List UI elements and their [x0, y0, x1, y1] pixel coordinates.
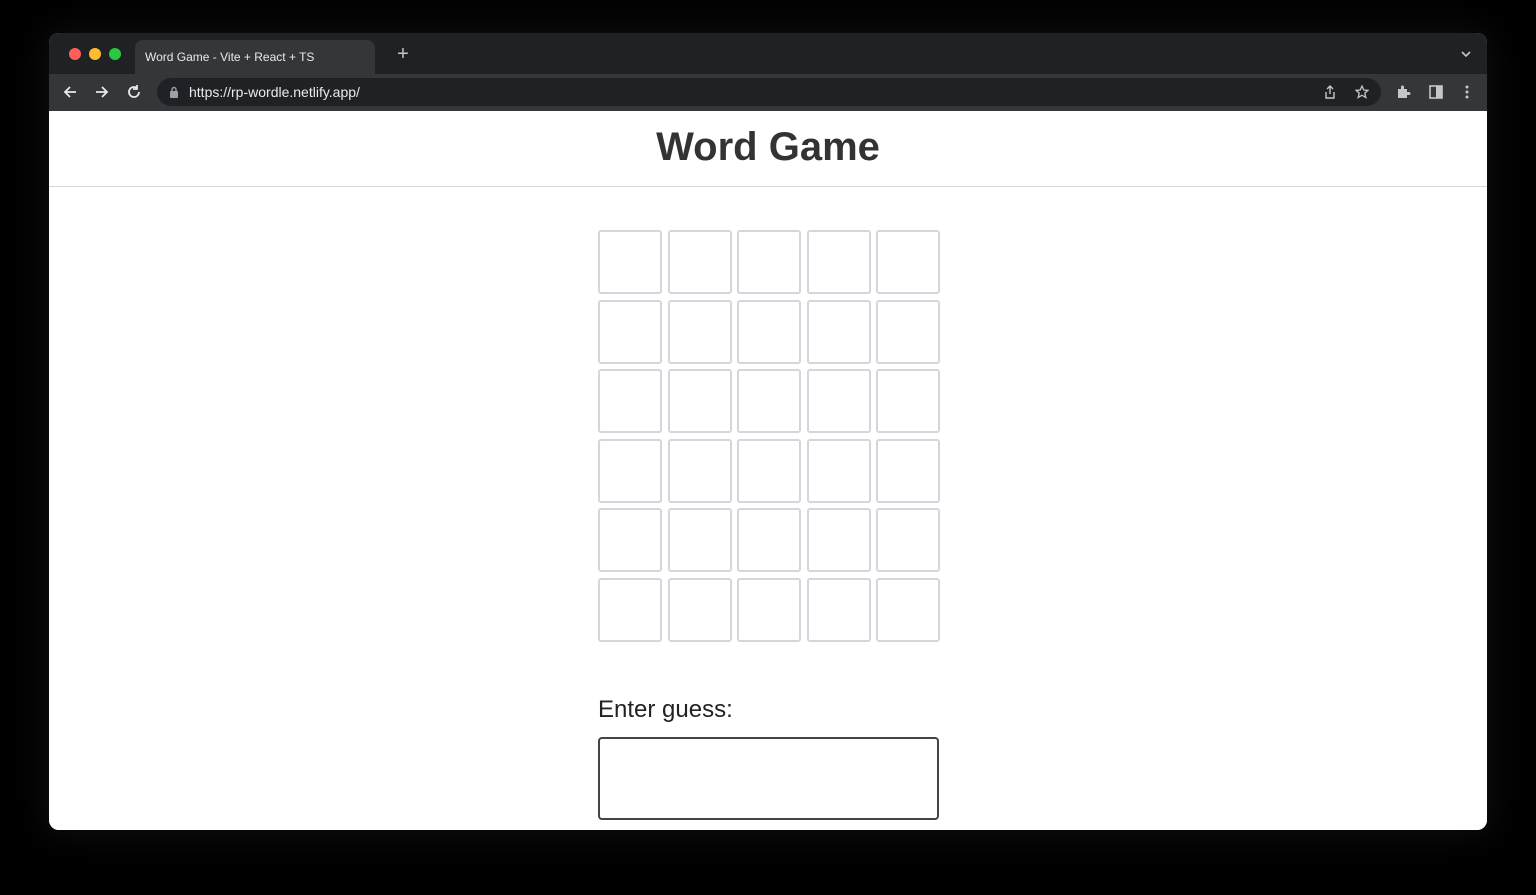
minimize-window-button[interactable]	[89, 48, 101, 60]
board-tile	[876, 369, 940, 433]
forward-arrow-icon[interactable]	[92, 82, 112, 102]
board-tile	[598, 369, 662, 433]
board-tile	[598, 299, 662, 364]
board-tile	[737, 369, 801, 433]
page-header: Word Game	[49, 111, 1487, 187]
web-page: Word Game Enter guess:	[49, 111, 1487, 830]
board-tile	[598, 508, 662, 572]
side-panel-icon[interactable]	[1428, 84, 1444, 100]
board-tile	[737, 438, 801, 503]
board-tile	[737, 230, 801, 294]
reload-icon[interactable]	[124, 82, 144, 102]
board-tile	[667, 508, 732, 572]
board-tile	[876, 577, 940, 642]
bookmark-star-icon[interactable]	[1355, 85, 1369, 99]
board-tile	[737, 508, 801, 572]
board-tile	[667, 369, 732, 433]
browser-tab-active[interactable]: Word Game - Vite + React + TS	[135, 40, 375, 74]
board-tile	[598, 438, 662, 503]
maximize-window-button[interactable]	[109, 48, 121, 60]
share-icon[interactable]	[1323, 85, 1337, 99]
board-tile	[667, 438, 732, 503]
url-text[interactable]: https://rp-wordle.netlify.app/	[189, 78, 360, 106]
board-tile	[737, 299, 801, 364]
board-tile	[737, 577, 801, 642]
tab-search-chevron-icon[interactable]	[1459, 47, 1473, 61]
game-board	[598, 230, 940, 642]
back-arrow-icon[interactable]	[60, 82, 80, 102]
board-tile	[667, 577, 732, 642]
new-tab-button[interactable]: +	[393, 44, 413, 64]
close-window-button[interactable]	[69, 48, 81, 60]
board-tile	[806, 299, 871, 364]
board-tile	[667, 230, 732, 294]
board-tile	[806, 369, 871, 433]
browser-toolbar: https://rp-wordle.netlify.app/	[49, 74, 1487, 111]
board-tile	[806, 577, 871, 642]
board-tile	[876, 508, 940, 572]
guess-label: Enter guess:	[598, 696, 733, 723]
board-tile	[876, 230, 940, 294]
lock-icon[interactable]	[169, 86, 179, 98]
board-tile	[806, 438, 871, 503]
page-title: Word Game	[656, 125, 880, 169]
board-tile	[598, 577, 662, 642]
more-options-kebab-icon[interactable]	[1459, 84, 1475, 100]
board-tile	[876, 438, 940, 503]
tab-title: Word Game - Vite + React + TS	[145, 50, 315, 64]
browser-window: Word Game - Vite + React + TS + https://…	[49, 33, 1487, 830]
board-tile	[598, 230, 662, 294]
extensions-puzzle-icon[interactable]	[1396, 84, 1412, 100]
guess-input[interactable]	[598, 737, 939, 820]
board-tile	[806, 230, 871, 294]
board-tile	[876, 299, 940, 364]
tab-bar: Word Game - Vite + React + TS +	[49, 33, 1487, 74]
board-tile	[667, 299, 732, 364]
board-tile	[806, 508, 871, 572]
address-bar[interactable]: https://rp-wordle.netlify.app/	[157, 78, 1381, 106]
